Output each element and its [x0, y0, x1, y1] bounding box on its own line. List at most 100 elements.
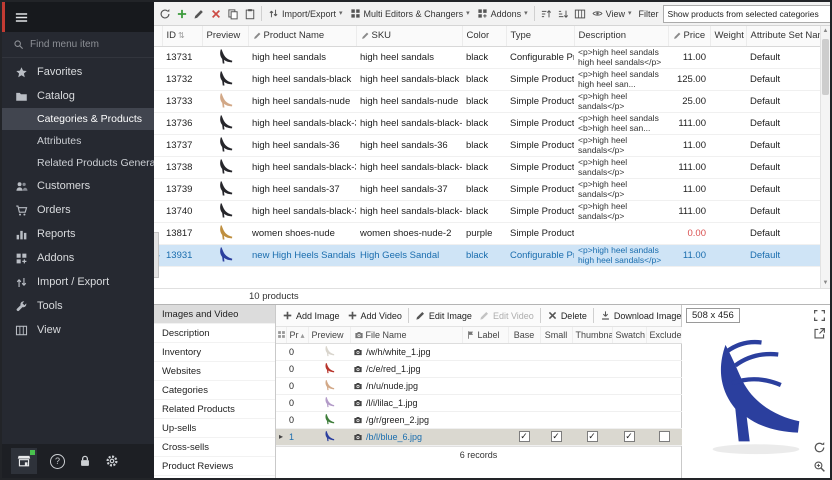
checkbox-checked[interactable]: ✓	[519, 431, 530, 442]
product-row[interactable]: 13738high heel sandals-black-37high heel…	[154, 156, 822, 178]
column-header-weight[interactable]: Weight	[710, 26, 746, 46]
sidebar-item-categories-products[interactable]: Categories & Products	[2, 108, 154, 130]
sidebar-item-attributes[interactable]: Attributes	[2, 130, 154, 152]
column-header-sku[interactable]: SKU	[356, 26, 462, 46]
sidebar-header	[2, 2, 154, 32]
column-header-price[interactable]: Price	[668, 26, 710, 46]
tab-images-and-video[interactable]: Images and Video	[154, 305, 275, 324]
image-row[interactable]: 0/n/u/nude.jpg	[276, 377, 682, 394]
sidebar-item-related-products-generator[interactable]: Related Products Generator	[2, 152, 154, 174]
menu-icon[interactable]	[14, 10, 29, 25]
menu-search-input[interactable]	[30, 39, 130, 50]
download-image-button[interactable]: Download Image	[597, 307, 681, 325]
column-header-swatch[interactable]: Swatch	[612, 327, 646, 343]
panel-splitter-handle[interactable]	[154, 232, 159, 278]
edit-video-button[interactable]: Edit Video	[476, 307, 537, 325]
column-header-type[interactable]: Type	[506, 26, 574, 46]
column-header-preview[interactable]: Preview	[308, 327, 350, 343]
sidebar-item-tools[interactable]: Tools	[2, 294, 154, 318]
scroll-up-button[interactable]: ▲	[821, 26, 831, 36]
copy-button[interactable]	[225, 4, 241, 24]
lock-button[interactable]	[78, 454, 92, 468]
settings-button[interactable]	[105, 454, 119, 468]
import-export-menu-button[interactable]: Import/Export▾	[265, 4, 346, 24]
zoom-icon[interactable]	[813, 460, 826, 473]
column-header-id[interactable]: ID⇅	[162, 26, 202, 46]
scrollbar-thumb[interactable]	[822, 39, 829, 95]
column-header-product-name[interactable]: Product Name	[248, 26, 356, 46]
vertical-scrollbar[interactable]: ▲ ▼	[820, 26, 830, 288]
add-image-button[interactable]: Add Image	[279, 307, 343, 325]
checkbox-checked[interactable]: ✓	[587, 431, 598, 442]
open-external-icon[interactable]	[813, 327, 826, 340]
image-row[interactable]: 0/w/h/white_1.jpg	[276, 343, 682, 360]
sidebar-search[interactable]	[2, 32, 154, 58]
delete-button[interactable]: Delete	[544, 307, 590, 325]
column-header-description[interactable]: Description	[574, 26, 668, 46]
product-row[interactable]: 13731high heel sandalshigh heel sandalsb…	[154, 46, 822, 68]
column-header-label[interactable]: Label	[462, 327, 508, 343]
sidebar-item-addons[interactable]: Addons	[2, 246, 154, 270]
tab-description[interactable]: Description	[154, 324, 275, 343]
product-row[interactable]: ▸13931new High Heels SandalsHigh Geels S…	[154, 244, 822, 266]
category-filter-select[interactable]: Show products from selected categories▾	[663, 5, 830, 23]
tab-cross-sells[interactable]: Cross-sells	[154, 438, 275, 457]
column-header-base[interactable]: Base	[508, 327, 540, 343]
sort-ascending-button[interactable]	[538, 4, 554, 24]
image-row[interactable]: ▸1/b/l/blue_6.jpg✓✓✓✓	[276, 428, 682, 445]
product-row[interactable]: 13736high heel sandals-black-36high heel…	[154, 112, 822, 134]
scroll-down-button[interactable]: ▼	[821, 278, 831, 288]
tab-websites[interactable]: Websites	[154, 362, 275, 381]
checkbox-checked[interactable]: ✓	[551, 431, 562, 442]
column-header-color[interactable]: Color	[462, 26, 506, 46]
addons-menu-button[interactable]: Addons▾	[474, 4, 531, 24]
cell-description: <p>high heel sandals <b>high heel san...	[574, 112, 668, 134]
edit-product-button[interactable]	[191, 4, 207, 24]
product-row[interactable]: 13732high heel sandals-blackhigh heel sa…	[154, 68, 822, 90]
column-header-small[interactable]: Small	[540, 327, 572, 343]
image-row[interactable]: 0/c/e/red_1.jpg	[276, 360, 682, 377]
sidebar-item-favorites[interactable]: Favorites	[2, 60, 154, 84]
paste-button[interactable]	[242, 4, 258, 24]
store-button[interactable]	[11, 448, 37, 474]
checkbox-checked[interactable]: ✓	[624, 431, 635, 442]
sidebar-item-import-export[interactable]: Import / Export	[2, 270, 154, 294]
column-header-exclude[interactable]: Exclude	[646, 327, 682, 343]
help-button[interactable]: ?	[50, 454, 65, 469]
sort-descending-button[interactable]	[555, 4, 571, 24]
column-header-file-name[interactable]: File Name	[350, 327, 462, 343]
add-video-button[interactable]: Add Video	[344, 307, 405, 325]
image-row[interactable]: 0/g/r/green_2.jpg	[276, 411, 682, 428]
sidebar-item-reports[interactable]: Reports	[2, 222, 154, 246]
tab-categories[interactable]: Categories	[154, 381, 275, 400]
sidebar-item-customers[interactable]: Customers	[2, 174, 154, 198]
tab-related-products[interactable]: Related Products	[154, 400, 275, 419]
tab-inventory[interactable]: Inventory	[154, 343, 275, 362]
multi-editors-changers-menu-button[interactable]: Multi Editors & Changers▾	[347, 4, 473, 24]
view-menu-button[interactable]: View▾	[589, 4, 635, 24]
expand-icon[interactable]	[813, 309, 826, 322]
refresh-button[interactable]	[157, 4, 173, 24]
sidebar-item-catalog[interactable]: Catalog	[2, 84, 154, 108]
column-options-button[interactable]	[572, 4, 588, 24]
product-row[interactable]: 13740high heel sandals-black-38high heel…	[154, 200, 822, 222]
product-row[interactable]: 13737high heel sandals-36high heel sanda…	[154, 134, 822, 156]
sidebar-item-orders[interactable]: Orders	[2, 198, 154, 222]
sidebar-item-view[interactable]: View	[2, 318, 154, 342]
edit-image-button[interactable]: Edit Image	[412, 307, 475, 325]
tab-product-reviews[interactable]: Product Reviews	[154, 457, 275, 476]
checkbox-unchecked[interactable]	[659, 431, 670, 442]
image-row[interactable]: 0/l/i/lilac_1.jpg	[276, 394, 682, 411]
column-header-thumbna[interactable]: Thumbna	[572, 327, 612, 343]
product-row[interactable]: 13817women shoes-nudewomen shoes-nude-2p…	[154, 222, 822, 244]
column-header-preview[interactable]: Preview	[202, 26, 248, 46]
refresh-preview-icon[interactable]	[813, 441, 826, 454]
add-product-button[interactable]	[174, 4, 190, 24]
cell-priority: 0	[286, 411, 308, 428]
column-header-pr[interactable]: Pr▴	[286, 327, 308, 343]
product-row[interactable]: 13739high heel sandals-37high heel sanda…	[154, 178, 822, 200]
delete-product-button[interactable]	[208, 4, 224, 24]
tab-up-sells[interactable]: Up-sells	[154, 419, 275, 438]
product-row[interactable]: 13733high heel sandals-nudehigh heel san…	[154, 90, 822, 112]
column-header-attribute-set-name[interactable]: Attribute Set Name	[746, 26, 822, 46]
